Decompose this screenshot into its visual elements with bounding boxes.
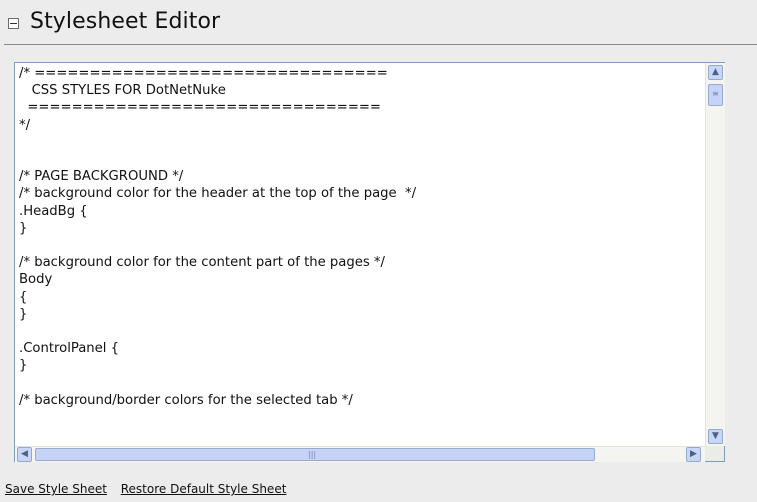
header-divider [4,44,757,45]
scroll-right-icon[interactable]: ▶ [686,447,701,462]
scroll-left-icon[interactable]: ◀ [17,447,32,462]
horizontal-scroll-thumb[interactable]: ||| [35,448,595,461]
restore-default-style-sheet-link[interactable]: Restore Default Style Sheet [121,482,287,496]
scroll-down-icon[interactable]: ▼ [708,429,723,444]
section-title: Stylesheet Editor [30,9,221,34]
stylesheet-content[interactable]: /* ================================ CSS … [15,63,705,446]
scrollbar-corner [705,446,724,461]
horizontal-scrollbar[interactable]: ◀ ||| ▶ [15,446,705,462]
collapse-icon[interactable] [8,18,19,29]
scroll-up-icon[interactable]: ▲ [708,65,723,80]
vertical-scroll-thumb[interactable]: ≡ [708,84,723,106]
save-style-sheet-link[interactable]: Save Style Sheet [5,482,107,496]
vertical-scrollbar[interactable]: ▲ ≡ ▼ [705,63,725,446]
section-header[interactable]: Stylesheet Editor [0,0,757,44]
editor-actions: Save Style Sheet Restore Default Style S… [5,482,296,496]
stylesheet-textarea[interactable]: /* ================================ CSS … [14,62,725,462]
stylesheet-editor-panel: Stylesheet Editor /* ===================… [0,0,757,502]
